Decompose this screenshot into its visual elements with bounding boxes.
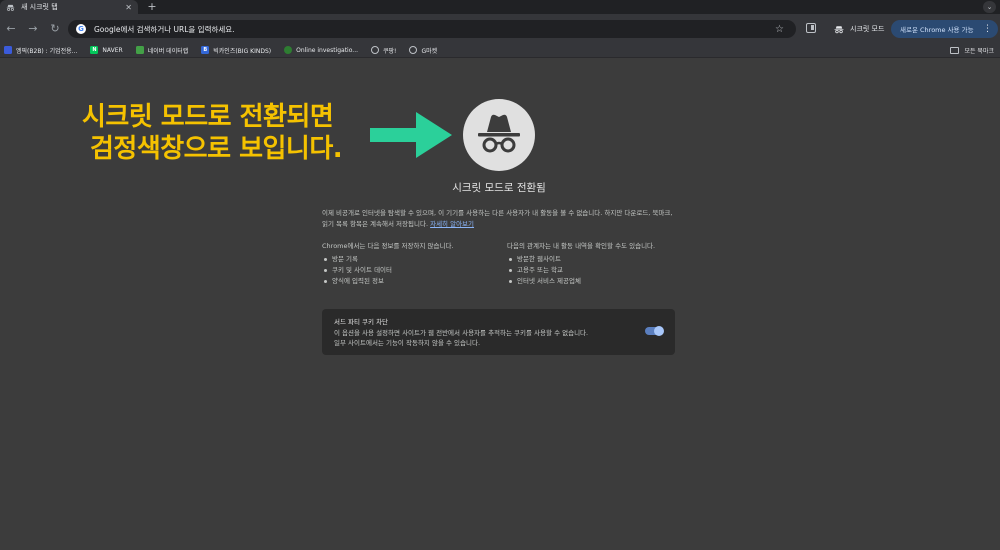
bookmark-item[interactable]: G마켓 (409, 46, 437, 55)
third-party-cookie-card: 서드 파티 쿠키 차단 이 옵션을 사용 설정하면 사이트가 웹 전반에서 사용… (322, 309, 675, 355)
not-saved-section: Chrome에서는 다음 정보를 저장하지 않습니다. 방문 기록 쿠키 및 사… (322, 241, 490, 287)
incognito-icon (478, 114, 520, 153)
bookmark-favicon (284, 46, 293, 54)
chrome-update-button[interactable]: 새로운 Chrome 사용 가능 ⋮ (891, 20, 998, 38)
list-item: 고용주 또는 학교 (507, 265, 675, 276)
bookmark-label: 빅카인즈(BIG KINDS) (213, 47, 272, 55)
bookmark-favicon (4, 46, 12, 54)
bookmarks-bar: 엠픽(B2B) : 기업전용... N NAVER 네이버 데이터랩 B 빅카인… (0, 43, 1000, 58)
annotation-line-1: 시크릿 모드로 전환되면 (82, 102, 334, 132)
tab-strip: 새 시크릿 탭 ✕ + ⌄ (0, 0, 1000, 14)
intro-body: 이제 비공개로 인터넷을 탐색할 수 있으며, 이 기기를 사용하는 다른 사용… (322, 209, 673, 228)
address-bar[interactable]: G Google에서 검색하거나 URL을 입력하세요. ☆ (68, 20, 796, 38)
may-see-list: 방문한 웹사이트 고용주 또는 학교 인터넷 서비스 제공업체 (507, 254, 675, 287)
all-bookmarks-label: 모든 북마크 (964, 48, 994, 55)
incognito-icon (834, 25, 844, 33)
bookmark-label: G마켓 (421, 47, 438, 55)
list-item: 방문한 웹사이트 (507, 254, 675, 265)
close-icon[interactable]: ✕ (125, 3, 132, 12)
back-button[interactable]: ← (0, 18, 22, 40)
bookmark-label: 쿠팡! (383, 47, 397, 55)
tab-search-button[interactable]: ⌄ (983, 1, 996, 13)
intro-text: 이제 비공개로 인터넷을 탐색할 수 있으며, 이 기기를 사용하는 다른 사용… (322, 208, 676, 230)
address-bar-placeholder: Google에서 검색하거나 URL을 입력하세요. (94, 24, 235, 34)
incognito-icon (6, 3, 15, 12)
incognito-label: 시크릿 모드 (850, 25, 885, 33)
bookmark-item[interactable]: 네이버 데이터랩 (135, 46, 189, 55)
learn-more-link[interactable]: 자세히 알아보기 (430, 220, 474, 228)
page-title: 시크릿 모드로 전환됨 (452, 182, 546, 194)
may-see-section: 다음의 관계자는 내 활동 내역을 확인할 수도 있습니다. 방문한 웹사이트 … (507, 241, 675, 287)
block-cookies-toggle[interactable] (645, 326, 664, 336)
bookmark-item[interactable]: 쿠팡! (371, 46, 396, 55)
new-tab-button[interactable]: + (146, 0, 158, 14)
incognito-chip[interactable]: 시크릿 모드 (826, 20, 892, 38)
globe-icon (409, 46, 418, 54)
bookmark-label: Online investigatio... (296, 46, 359, 54)
incognito-logo (463, 99, 535, 171)
bookmark-label: 네이버 데이터랩 (147, 47, 189, 55)
google-icon: G (76, 24, 86, 34)
bookmark-item[interactable]: 엠픽(B2B) : 기업전용... (4, 46, 77, 55)
bigkinds-icon: B (201, 46, 210, 54)
naver-icon: N (90, 46, 99, 54)
menu-icon[interactable]: ⋮ (983, 24, 992, 34)
bookmark-label: NAVER (102, 46, 123, 54)
forward-button[interactable]: → (22, 18, 44, 40)
cookie-card-title: 서드 파티 쿠키 차단 (334, 318, 389, 326)
not-saved-heading: Chrome에서는 다음 정보를 저장하지 않습니다. (322, 242, 454, 250)
folder-icon (950, 47, 960, 54)
bookmark-item[interactable]: B 빅카인즈(BIG KINDS) (201, 46, 271, 55)
reload-button[interactable]: ↻ (44, 18, 66, 40)
tab-title: 새 시크릿 탭 (21, 3, 58, 11)
cookie-card-line-2: 일부 사이트에서는 기능이 작동하지 않을 수 있습니다. (334, 339, 481, 347)
list-item: 쿠키 및 사이트 데이터 (322, 265, 490, 276)
globe-icon (371, 46, 380, 54)
annotation-text: 시크릿 모드로 전환되면 검정색창으로 보입니다. (82, 101, 372, 165)
bookmark-item[interactable]: N NAVER (90, 46, 123, 54)
update-label: 새로운 Chrome 사용 가능 (900, 26, 974, 34)
list-item: 인터넷 서비스 제공업체 (507, 276, 675, 287)
side-panel-icon[interactable] (806, 23, 816, 33)
not-saved-list: 방문 기록 쿠키 및 사이트 데이터 양식에 입력된 정보 (322, 254, 490, 287)
list-item: 방문 기록 (322, 254, 490, 265)
tab-incognito[interactable]: 새 시크릿 탭 ✕ (0, 0, 138, 14)
bookmark-label: 엠픽(B2B) : 기업전용... (16, 47, 78, 55)
toolbar: ← → ↻ G Google에서 검색하거나 URL을 입력하세요. ☆ 시크릿… (0, 14, 1000, 43)
arrow-right-icon (370, 112, 452, 158)
annotation-line-2: 검정색창으로 보입니다. (90, 134, 343, 164)
list-item: 양식에 입력된 정보 (322, 276, 490, 287)
all-bookmarks-button[interactable]: 모든 북마크 (950, 46, 994, 55)
bookmark-item[interactable]: Online investigatio... (284, 46, 358, 54)
may-see-heading: 다음의 관계자는 내 활동 내역을 확인할 수도 있습니다. (507, 242, 656, 250)
bookmark-favicon (135, 46, 144, 54)
bookmark-star-icon[interactable]: ☆ (775, 24, 784, 35)
cookie-card-line-1: 이 옵션을 사용 설정하면 사이트가 웹 전반에서 사용자를 추적하는 쿠키를 … (334, 329, 589, 337)
